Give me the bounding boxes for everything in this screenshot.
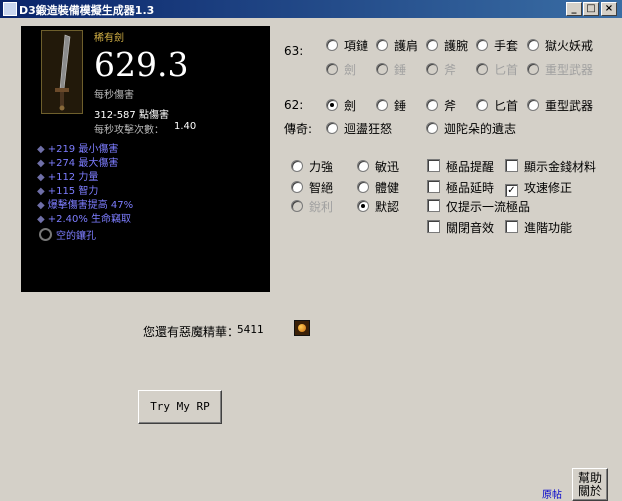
close-button[interactable]: ×	[601, 2, 617, 16]
radio-63-dagger: 匕首	[476, 61, 518, 78]
radio-63-heavy-weapon: 重型武器	[527, 61, 593, 78]
radio-63-hellfire-ring[interactable]: 獄火妖戒	[527, 37, 593, 54]
checkbox-mute-sound[interactable]: 關閉音效	[427, 219, 494, 236]
window-title: D3鍛造裝備模擬生成器1.3	[19, 4, 155, 17]
radio-63-axe: 斧	[426, 61, 456, 78]
radio-dexterity[interactable]: 敏迅	[357, 158, 399, 175]
sword-icon	[41, 30, 83, 114]
row-63-label: 63:	[284, 44, 304, 58]
radio-intelligence[interactable]: 智絕	[291, 179, 333, 196]
stat-line: ◆ +2.40% 生命竊取	[37, 214, 132, 225]
radio-62-sword[interactable]: 劍	[326, 97, 356, 114]
checkbox-best-delay[interactable]: 極品延時	[427, 179, 494, 196]
item-tooltip-panel: 稀有劍 629.3 每秒傷害 312-587 點傷害 每秒攻擊次數： 1.40 …	[21, 26, 270, 292]
row-62-label: 62:	[284, 98, 304, 112]
checkbox-best-alert[interactable]: 極品提醒	[427, 158, 494, 175]
help-about-button[interactable]: 幫助關於	[572, 468, 608, 501]
radio-62-mace[interactable]: 錘	[376, 97, 406, 114]
radio-62-heavy-weapon[interactable]: 重型武器	[527, 97, 593, 114]
radio-63-necklace[interactable]: 項鏈	[326, 37, 368, 54]
radio-default[interactable]: 默認	[357, 198, 399, 215]
demonic-essence-icon	[294, 320, 310, 336]
radio-strength[interactable]: 力強	[291, 158, 333, 175]
radio-legend-last-wish[interactable]: 迦陀朵的遺志	[426, 120, 516, 137]
checkbox-attack-speed-fix[interactable]: ✓ 攻速修正	[505, 179, 572, 197]
legendary-label: 傳奇:	[284, 122, 313, 136]
radio-sharp: 銳利	[291, 198, 333, 215]
essence-label: 您還有惡魔精華：	[143, 325, 240, 339]
radio-63-mace: 錘	[376, 61, 406, 78]
original-post-link[interactable]: 原帖	[542, 491, 562, 501]
radio-63-gloves[interactable]: 手套	[476, 37, 518, 54]
title-bar: D3鍛造裝備模擬生成器1.3 _ □ ×	[0, 0, 622, 18]
stat-line: ◆ +274 最大傷害	[37, 158, 119, 169]
checkbox-advanced[interactable]: 進階功能	[505, 219, 572, 236]
radio-62-axe[interactable]: 斧	[426, 97, 456, 114]
radio-62-dagger[interactable]: 匕首	[476, 97, 518, 114]
attack-speed-value: 1.40	[174, 121, 197, 132]
radio-63-bracers[interactable]: 護腕	[426, 37, 468, 54]
maximize-button[interactable]: □	[583, 2, 599, 16]
item-quality: 稀有劍	[94, 33, 124, 44]
radio-vitality[interactable]: 體健	[357, 179, 399, 196]
attack-speed-label: 每秒攻擊次數：	[94, 125, 164, 136]
stat-line: ◆ 爆擊傷害提高 47%	[37, 200, 134, 211]
stat-line: ◆ +115 智力	[37, 186, 99, 197]
stat-line: ◆ +112 力量	[37, 172, 99, 183]
minimize-button[interactable]: _	[566, 2, 582, 16]
item-damage: 312-587 點傷害	[94, 110, 169, 121]
dps-label: 每秒傷害	[94, 90, 134, 101]
checkbox-show-gold-materials[interactable]: 顯示金錢材料	[505, 158, 596, 175]
radio-legend-echoing-fury[interactable]: 迴盪狂怒	[326, 120, 392, 137]
item-dps: 629.3	[94, 45, 189, 84]
socket-icon	[39, 228, 52, 241]
socket-line: 空的鑲孔	[39, 227, 96, 242]
stat-line: ◆ +219 最小傷害	[37, 144, 119, 155]
checkbox-top-only[interactable]: 仅提示一流極品	[427, 198, 530, 215]
essence-value: 5411	[237, 323, 264, 336]
app-icon	[3, 2, 17, 16]
radio-63-sword: 劍	[326, 61, 356, 78]
try-my-rp-button[interactable]: Try My RP	[138, 390, 222, 424]
radio-63-shoulders[interactable]: 護肩	[376, 37, 418, 54]
